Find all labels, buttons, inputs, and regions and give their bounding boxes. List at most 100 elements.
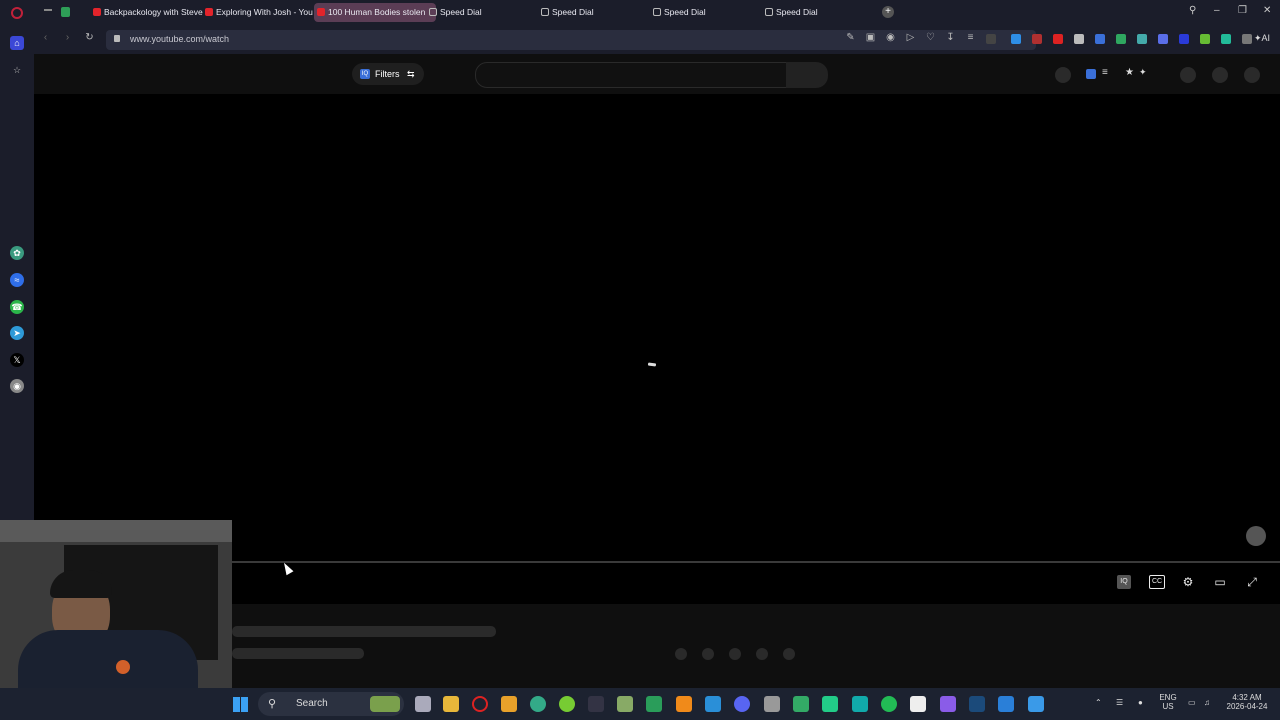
taskbar-search[interactable]: ⚲ Search: [258, 692, 404, 716]
create-icon[interactable]: [1180, 67, 1196, 83]
url-field[interactable]: www.youtube.com/watch: [106, 30, 1036, 50]
tab-speed-dial-3[interactable]: Speed Dial: [650, 3, 772, 22]
tab-speed-dial-1[interactable]: Speed Dial: [426, 3, 548, 22]
app-icon[interactable]: [617, 696, 633, 712]
shield-icon[interactable]: ◉: [885, 32, 896, 43]
tab-100-human-bodies[interactable]: 100 Human Bodies stolen: [314, 3, 436, 22]
wall-shape: [0, 520, 232, 542]
app-icon[interactable]: [501, 696, 517, 712]
player-icon[interactable]: ◉: [10, 379, 24, 393]
app-icon[interactable]: [910, 696, 926, 712]
back-icon[interactable]: ‹: [40, 32, 51, 43]
app-icon[interactable]: [764, 696, 780, 712]
close-window-button[interactable]: ✕: [1263, 5, 1271, 16]
download-icon[interactable]: ↧: [945, 32, 956, 43]
forward-icon[interactable]: ›: [62, 32, 73, 43]
tab-speed-dial-4[interactable]: Speed Dial: [762, 3, 884, 22]
iq-button[interactable]: IQ: [1117, 575, 1131, 589]
extensions-icon[interactable]: [1242, 34, 1252, 44]
progress-bar[interactable]: [232, 561, 1280, 563]
task-view-icon[interactable]: [415, 696, 431, 712]
vlc-icon[interactable]: [676, 696, 692, 712]
reload-icon[interactable]: ↻: [84, 32, 95, 43]
notifications-icon[interactable]: [1212, 67, 1228, 83]
extension-icon[interactable]: [1221, 34, 1231, 44]
app-icon[interactable]: [940, 696, 956, 712]
tab-menu-icon[interactable]: [44, 9, 52, 11]
extension-icon[interactable]: [1053, 34, 1063, 44]
app-icon[interactable]: [793, 696, 809, 712]
display-icon[interactable]: ▭: [1188, 698, 1196, 707]
steam-icon[interactable]: [969, 696, 985, 712]
extension-icon[interactable]: [1200, 34, 1210, 44]
show-hidden-icons[interactable]: ⌃: [1095, 698, 1102, 707]
app-icon[interactable]: [705, 696, 721, 712]
captions-button[interactable]: CC: [1149, 575, 1165, 589]
messenger-icon[interactable]: ≈: [10, 273, 24, 287]
language-indicator[interactable]: ENG US: [1157, 693, 1179, 711]
telegram-icon[interactable]: ➤: [10, 326, 24, 340]
sparkle-icon[interactable]: ✦: [1139, 67, 1147, 78]
fullscreen-icon[interactable]: ⤢: [1245, 575, 1259, 589]
channel-watermark-icon[interactable]: [1246, 526, 1266, 546]
volume-icon[interactable]: ♫: [1204, 698, 1210, 707]
extension-icon[interactable]: [1095, 34, 1105, 44]
app-icon[interactable]: [559, 696, 575, 712]
extension-icon[interactable]: [1137, 34, 1147, 44]
extension-icon[interactable]: [986, 34, 996, 44]
new-tab-button[interactable]: +: [882, 6, 894, 18]
logo-badge-shape: [116, 660, 130, 674]
tab-speed-dial-2[interactable]: Speed Dial: [538, 3, 660, 22]
iq-icon[interactable]: [1086, 69, 1096, 79]
app-icon[interactable]: [646, 696, 662, 712]
edit-icon[interactable]: ✎: [845, 32, 856, 43]
heart-icon[interactable]: ♡: [925, 32, 936, 43]
extension-icon[interactable]: [1011, 34, 1021, 44]
home-icon[interactable]: ⌂: [10, 36, 24, 50]
search-tabs-icon[interactable]: ⚲: [1189, 5, 1196, 16]
microphone-icon[interactable]: ●: [1138, 698, 1143, 707]
play-icon[interactable]: ▷: [905, 32, 916, 43]
network-icon[interactable]: ☰: [1116, 698, 1123, 707]
settings-icon[interactable]: ⚙: [1181, 575, 1195, 589]
x-icon[interactable]: 𝕏: [10, 353, 24, 367]
restore-button[interactable]: ❐: [1238, 5, 1247, 16]
app-icon[interactable]: [1028, 696, 1044, 712]
extension-icon[interactable]: [1032, 34, 1042, 44]
tab-exploring-with-josh[interactable]: Exploring With Josh - You: [202, 3, 324, 22]
opera-logo-icon[interactable]: [11, 7, 23, 19]
minimize-button[interactable]: –: [1214, 5, 1220, 16]
file-explorer-icon[interactable]: [443, 696, 459, 712]
ai-button[interactable]: ✦AI: [1254, 33, 1270, 44]
extension-icon[interactable]: [1179, 34, 1189, 44]
search-input[interactable]: [475, 62, 789, 88]
avatar[interactable]: [1244, 67, 1260, 83]
filters-button[interactable]: IQ Filters ⇆: [352, 63, 424, 85]
windows-start-icon[interactable]: [233, 697, 248, 712]
action-placeholder: [729, 648, 741, 660]
whatsapp-icon[interactable]: ☎: [10, 300, 24, 314]
list-icon[interactable]: ≡: [1102, 67, 1108, 78]
app-icon[interactable]: [852, 696, 868, 712]
menu-icon[interactable]: ≡: [965, 32, 976, 43]
app-icon[interactable]: [822, 696, 838, 712]
extension-icon[interactable]: [1116, 34, 1126, 44]
bookmarks-icon[interactable]: ☆: [10, 63, 24, 77]
discord-icon[interactable]: [734, 696, 750, 712]
clock[interactable]: 4:32 AM 2026-04-24: [1222, 693, 1272, 711]
theater-mode-icon[interactable]: ▭: [1213, 575, 1227, 589]
snapshot-icon[interactable]: ▣: [865, 32, 876, 43]
app-icon[interactable]: [998, 696, 1014, 712]
tab-backpackology[interactable]: Backpackology with Steve: [90, 3, 212, 22]
trophy-icon[interactable]: ★: [1125, 67, 1134, 78]
extension-icon[interactable]: [1158, 34, 1168, 44]
voice-search-icon[interactable]: [1055, 67, 1071, 83]
app-icon[interactable]: [588, 696, 604, 712]
rss-icon[interactable]: [1074, 34, 1084, 44]
app-icon[interactable]: [530, 696, 546, 712]
chatgpt-icon[interactable]: ✿: [10, 246, 24, 260]
app-icon[interactable]: [881, 696, 897, 712]
opera-icon[interactable]: [472, 696, 488, 712]
search-button[interactable]: [786, 62, 828, 88]
pinned-tab-icon[interactable]: [61, 7, 70, 17]
